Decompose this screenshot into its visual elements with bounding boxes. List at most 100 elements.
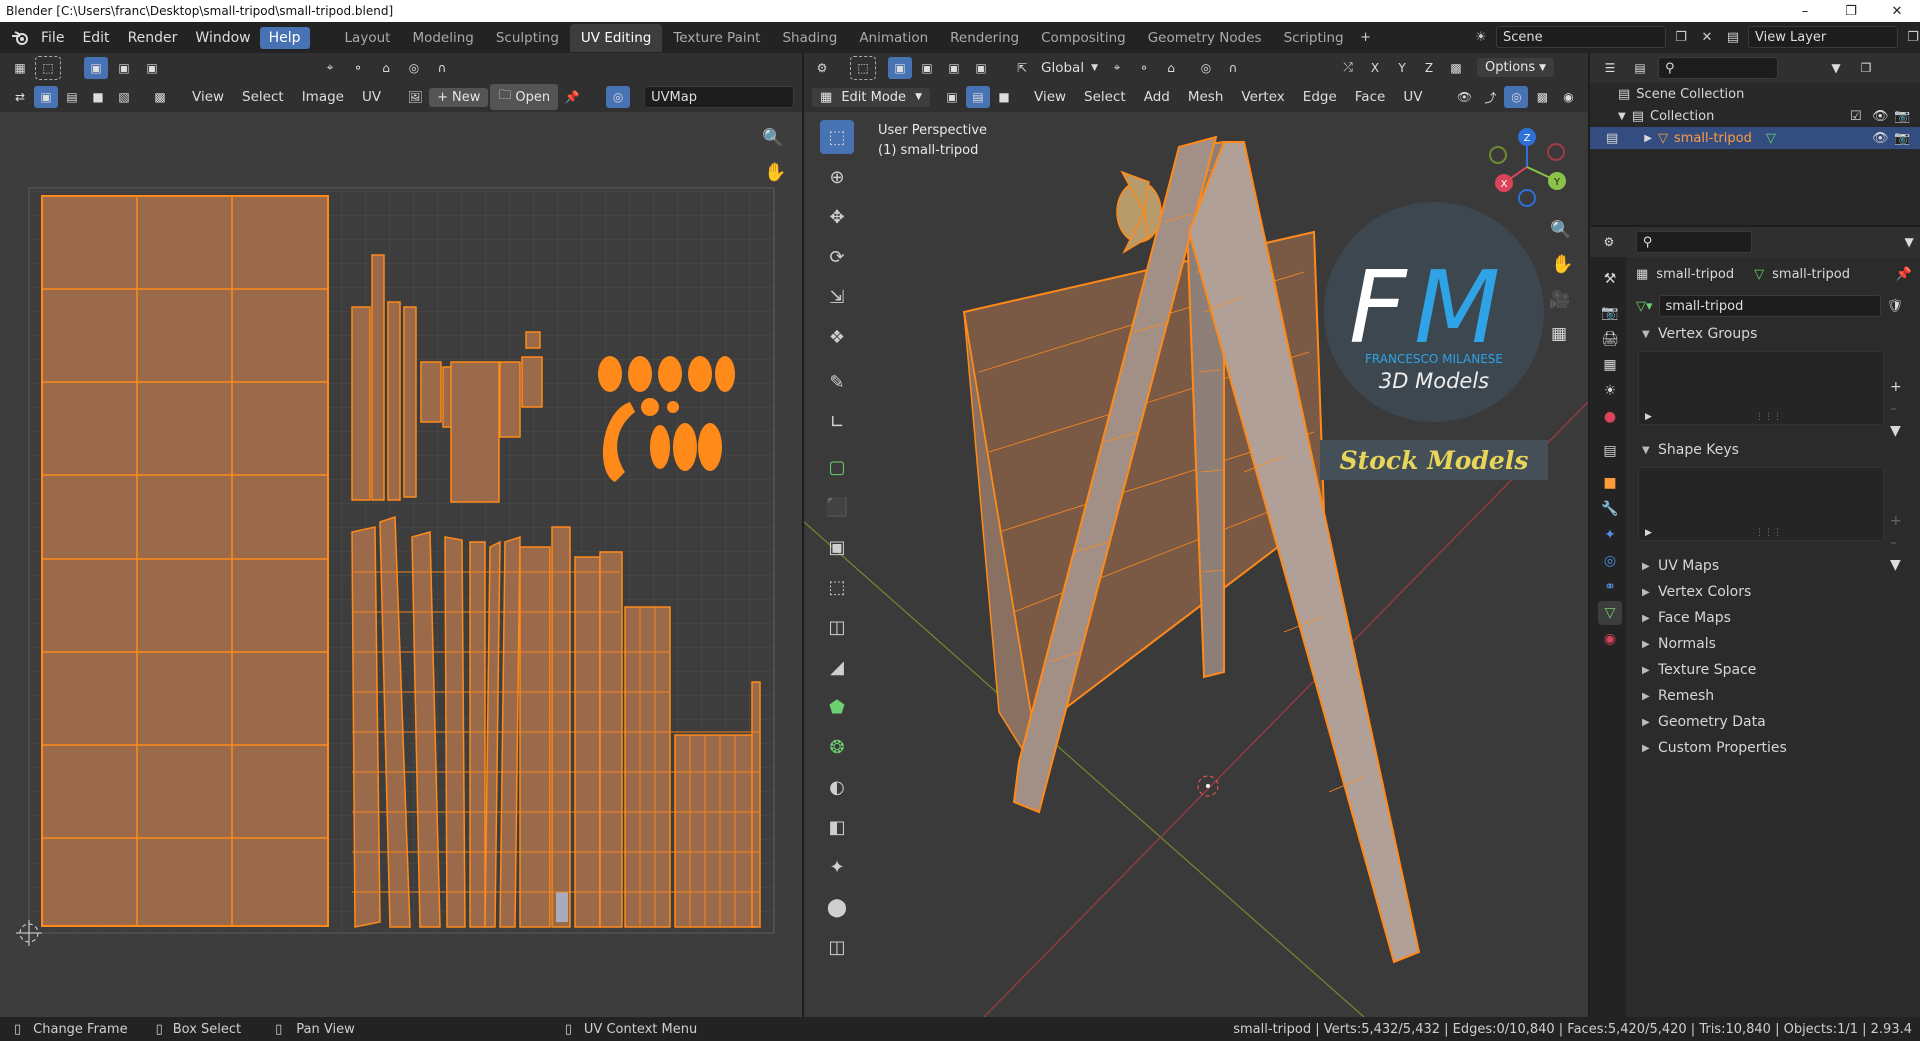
uv-island-select-icon[interactable]: ▧ [112,86,136,108]
zoom-icon[interactable]: 🔍 [762,128,783,148]
sync-selection-icon[interactable]: ⇄ [8,86,32,108]
tab-scripting[interactable]: Scripting [1273,24,1355,52]
perspective-grid-icon[interactable]: ▦ [1551,324,1567,344]
inset-tool-icon[interactable]: ▣ [820,530,854,564]
world-tab-icon[interactable]: ● [1598,405,1622,429]
pan-hand-icon[interactable]: ✋ [764,162,786,183]
scene-tab-icon[interactable]: ☀ [1598,379,1622,403]
display-mode-icon[interactable]: ▤ [1628,57,1652,79]
editor-type-icon[interactable]: ▦ [8,57,32,79]
viewport-pivot-icon[interactable]: ⌖ [1105,57,1129,79]
shrink-fatten-tool-icon[interactable]: ✦ [820,850,854,884]
options-dropdown[interactable]: Options ▼ [1477,58,1555,77]
physics-tab-icon[interactable]: ◎ [1598,549,1622,573]
select-box-tool-icon[interactable]: ⬚ [35,55,61,80]
collection-render-icon[interactable]: 📷 [1894,109,1910,124]
falloff-icon[interactable]: ∩ [430,57,454,79]
snap-target-icon[interactable]: ⌂ [374,57,398,79]
mesh-browse-icon[interactable]: ▽▾ [1636,299,1653,314]
rip-region-tool-icon[interactable]: ◫ [820,930,854,964]
viewport-proportional-icon[interactable]: ◎ [1194,57,1218,79]
select-box-tool-icon-vp[interactable]: ⬚ [820,120,854,154]
knife-tool-icon[interactable]: ◢ [820,650,854,684]
tab-compositing[interactable]: Compositing [1030,24,1137,52]
render-tab-icon[interactable]: 📷 [1598,301,1622,325]
uv-menu-uv[interactable]: UV [354,87,389,107]
shear-tool-icon[interactable]: ⬤ [820,890,854,924]
panel-normals[interactable]: ▶ Normals [1630,631,1920,657]
menu-file[interactable]: File [32,27,73,49]
add-vertex-group-icon[interactable]: + [1890,379,1902,395]
tab-modeling[interactable]: Modeling [401,24,484,52]
outliner-row-object[interactable]: ▤ ▶ ▽ small-tripod ▽ 👁 📷 [1590,127,1920,149]
viewport-canvas[interactable]: Z X Y F M FRANCESCO MILANESE 3D Models S… [804,112,1588,1017]
panel-remesh[interactable]: ▶ Remesh [1630,683,1920,709]
close-icon[interactable]: ✕ [1874,0,1920,22]
vp-menu-add[interactable]: Add [1136,87,1178,107]
transform-tool-icon[interactable]: ❖ [820,320,854,354]
vp-menu-edge[interactable]: Edge [1295,87,1345,107]
add-workspace-icon[interactable]: + [1355,27,1377,49]
list-resize-grip[interactable]: ⋮⋮⋮ [1755,528,1782,538]
viewport-snap-icon[interactable]: ⚬ [1132,57,1156,79]
new-image-button[interactable]: + New [429,87,489,107]
spin-tool-icon[interactable]: ❂ [820,730,854,764]
select-mode-extend-icon[interactable]: ▣ [112,57,136,79]
mesh-data-field[interactable]: small-tripod [1658,295,1881,317]
collection-visibility-icon[interactable]: 👁 [1872,109,1889,124]
viewport-falloff-icon[interactable]: ∩ [1221,57,1245,79]
outliner-row-scene-collection[interactable]: ▤ Scene Collection [1590,83,1920,105]
camera-icon[interactable]: 🎥 [1549,290,1570,310]
constraints-tab-icon[interactable]: ⚭ [1598,575,1622,599]
poly-build-tool-icon[interactable]: ⬟ [820,690,854,724]
viewport-select-subtract-icon[interactable]: ▣ [942,57,966,79]
tab-texture-paint[interactable]: Texture Paint [662,24,771,52]
panel-texture-space[interactable]: ▶ Texture Space [1630,657,1920,683]
mirror-y-toggle[interactable]: Y [1390,57,1414,79]
vertex-groups-list[interactable]: ▶ ⋮⋮⋮ [1638,351,1884,425]
face-select-mode-icon[interactable]: ■ [992,86,1016,108]
visibility-icon[interactable]: 👁 [1452,86,1476,108]
filter-icon[interactable]: ▼ [1824,57,1848,79]
rotate-tool-icon[interactable]: ⟳ [820,240,854,274]
outliner-row-collection[interactable]: ▼ ▤ Collection ☑ 👁 📷 [1590,105,1920,127]
expand-object-icon[interactable]: ▶ [1644,133,1652,144]
panel-custom-properties[interactable]: ▶ Custom Properties [1630,735,1920,761]
properties-editor-icon[interactable]: ⚙ [1598,231,1620,253]
blender-logo-icon[interactable] [8,27,32,49]
vp-zoom-icon[interactable]: 🔍 [1550,220,1571,240]
output-tab-icon[interactable]: 🖨 [1598,327,1622,351]
vertex-group-specials-icon[interactable]: ▼ [1890,423,1902,439]
vp-menu-uv[interactable]: UV [1395,87,1430,107]
new-collection-icon[interactable]: ❐ [1854,57,1878,79]
auto-merge-icon[interactable]: ▩ [1444,57,1468,79]
viewport-editor-type-icon[interactable]: ⚙ [810,57,834,79]
outliner-editor-icon[interactable]: ☰ [1598,57,1622,79]
vp-menu-select[interactable]: Select [1076,87,1134,107]
uv-menu-view[interactable]: View [184,87,232,107]
uv-overlay-icon[interactable]: ◎ [606,86,631,108]
view-layer-icon[interactable]: ▤ [1722,26,1744,48]
tab-shading[interactable]: Shading [771,24,848,52]
measure-tool-icon[interactable]: ∟ [820,405,854,439]
list-expand-icon[interactable]: ▶ [1645,412,1652,422]
mesh-data-tab-icon[interactable]: ▽ [1598,601,1622,625]
extrude-tool-icon[interactable]: ⬛ [820,490,854,524]
new-view-layer-icon[interactable]: ❐ [1902,26,1920,48]
remove-vertex-group-icon[interactable]: – [1890,401,1902,417]
tool-tab-icon[interactable]: ⚒ [1598,267,1622,291]
viewport-snap-target-icon[interactable]: ⌂ [1159,57,1183,79]
uv-island-large[interactable] [41,195,329,927]
menu-edit[interactable]: Edit [73,27,118,49]
cursor-tool-icon[interactable]: ⊕ [820,160,854,194]
panel-vertex-colors[interactable]: ▶ Vertex Colors [1630,579,1920,605]
menu-help[interactable]: Help [259,26,310,49]
panel-geometry-data[interactable]: ▶ Geometry Data [1630,709,1920,735]
scale-tool-icon[interactable]: ⇲ [820,280,854,314]
properties-options-icon[interactable]: ▼ [1898,231,1920,253]
uv-menu-image[interactable]: Image [294,87,352,107]
xray-icon[interactable]: ▩ [1530,86,1554,108]
mirror-x-toggle[interactable]: X [1363,57,1387,79]
material-tab-icon[interactable]: ◉ [1598,627,1622,651]
gizmo-icon[interactable]: ⤴ [1478,86,1502,108]
